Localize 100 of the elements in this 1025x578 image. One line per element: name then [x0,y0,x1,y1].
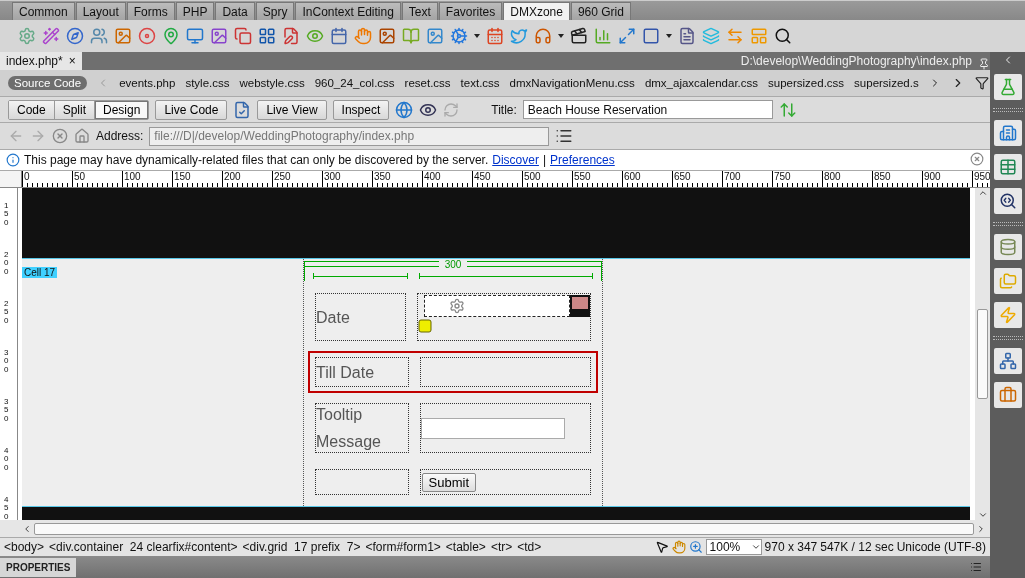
form-icon[interactable] [282,27,300,45]
related-file[interactable]: events.php [119,77,176,89]
horizontal-scrollbar[interactable] [0,520,990,537]
pin-icon[interactable] [162,27,180,45]
up-down-arrows-icon[interactable] [778,100,797,119]
tag-selector[interactable]: <form#form1> [365,540,441,554]
info-link[interactable]: Discover [492,153,539,167]
close-icon[interactable] [970,151,984,166]
bird-icon[interactable] [510,27,528,45]
filter-icon[interactable] [974,76,989,90]
pages-icon[interactable] [234,27,252,45]
related-file[interactable]: reset.css [404,77,451,89]
related-file[interactable]: dmxNavigationMenu.css [509,77,635,89]
list-icon[interactable] [555,127,574,145]
scroll-thumb[interactable] [34,522,974,535]
stop-icon[interactable] [52,128,68,144]
related-file[interactable]: Source Code [8,76,88,90]
image-icon[interactable] [210,27,228,45]
date-input[interactable] [424,295,570,317]
live-code-button[interactable]: Live Code [155,99,228,120]
insert-tab[interactable]: 960 Grid [570,2,631,20]
related-file[interactable]: supersized.s [854,77,919,89]
pointer-icon[interactable] [654,540,669,554]
zoom-icon[interactable] [688,540,703,554]
clapperboard-icon[interactable] [570,27,588,45]
properties-title[interactable]: PROPERTIES [0,557,77,577]
expand-icon[interactable] [618,27,636,45]
tag-selector[interactable]: <div.container 24 clearfix#content> [49,540,238,554]
related-file[interactable]: style.css [185,77,230,89]
briefcase-icon[interactable] [993,382,1022,408]
grid-icon[interactable] [258,27,276,45]
related-file[interactable]: webstyle.css [239,77,305,89]
window-size[interactable]: 970 x 347 [764,540,818,554]
disc-icon[interactable] [138,27,156,45]
text-input[interactable] [420,417,565,439]
square-icon[interactable] [642,27,660,45]
vertical-scrollbar[interactable] [975,188,990,520]
globe-icon[interactable] [395,100,414,119]
insert-tab[interactable]: PHP [175,2,215,20]
live-button[interactable]: Inspect [332,99,390,120]
flask-icon[interactable] [993,74,1022,100]
calendar-icon[interactable] [486,27,504,45]
insert-tab[interactable]: Spry [255,2,295,20]
compass-icon[interactable] [66,27,84,45]
hand-icon[interactable] [354,27,372,45]
code-search-icon[interactable] [993,188,1022,214]
insert-tab[interactable]: InContext Editing [295,2,401,20]
scroll-thumb[interactable] [977,309,988,399]
insert-tab[interactable]: Text [401,2,438,20]
view-button[interactable]: Code [9,100,55,119]
insert-tab[interactable]: Favorites [438,2,503,20]
insert-tab[interactable]: DMXzone [503,2,570,20]
table-icon[interactable] [993,154,1022,180]
tag-selector[interactable]: <tr> [490,540,513,554]
headphones-icon[interactable] [534,27,552,45]
submit-button[interactable]: Submit [421,472,477,492]
document-tab[interactable]: index.php* × [0,52,82,70]
wand-icon[interactable] [42,27,60,45]
document-icon[interactable] [678,27,696,45]
info-link[interactable]: Preferences [550,153,615,167]
related-file[interactable]: dmx_ajaxcalendar.css [644,77,759,89]
address-field[interactable]: file:///D|/develop/WeddingPhotography/index.php [149,126,550,146]
insert-tab[interactable]: Common [12,2,75,20]
insert-tab[interactable]: Layout [75,2,126,20]
tag-selector[interactable]: <td> [517,540,542,554]
tag-selector[interactable]: <div.grid 17 prefix 7> [242,540,361,554]
caret-icon[interactable] [666,34,672,38]
caret-icon[interactable] [474,34,480,38]
zoom-select[interactable]: 100% [705,539,762,555]
home-icon[interactable] [74,128,90,144]
building-icon[interactable] [993,120,1022,146]
close-button[interactable]: × [68,54,76,68]
image-icon[interactable] [378,27,396,45]
monitor-icon[interactable] [186,27,204,45]
check-document-icon[interactable] [233,100,252,119]
live-button[interactable]: Live View [257,99,327,120]
folders-icon[interactable] [993,268,1022,294]
related-file[interactable]: 960_24_col.css [314,77,395,89]
tag-selector[interactable]: <table> [445,540,486,554]
people-icon[interactable] [90,27,108,45]
calendar-icon[interactable] [330,27,348,45]
book-icon[interactable] [402,27,420,45]
gear-icon[interactable] [18,27,36,45]
insert-tab[interactable]: Data [215,2,255,20]
title-field[interactable]: Beach House Reservation [522,100,773,119]
insert-tab[interactable]: Forms [126,2,175,20]
view-button[interactable]: Design [95,100,149,119]
menu-icon[interactable] [970,561,982,573]
caret-icon[interactable] [558,34,564,38]
view-button[interactable]: Split [54,100,96,119]
tag-selector[interactable]: <body> [4,540,45,554]
image-icon[interactable] [426,27,444,45]
image-icon[interactable] [114,27,132,45]
search-icon[interactable] [774,27,792,45]
lightning-icon[interactable] [993,302,1022,328]
network-icon[interactable] [993,348,1022,374]
document-tab-label[interactable]: index.php* [6,54,63,68]
related-file[interactable]: supersized.css [768,77,845,89]
related-file[interactable]: text.css [460,77,500,89]
cog-icon[interactable] [450,27,468,45]
